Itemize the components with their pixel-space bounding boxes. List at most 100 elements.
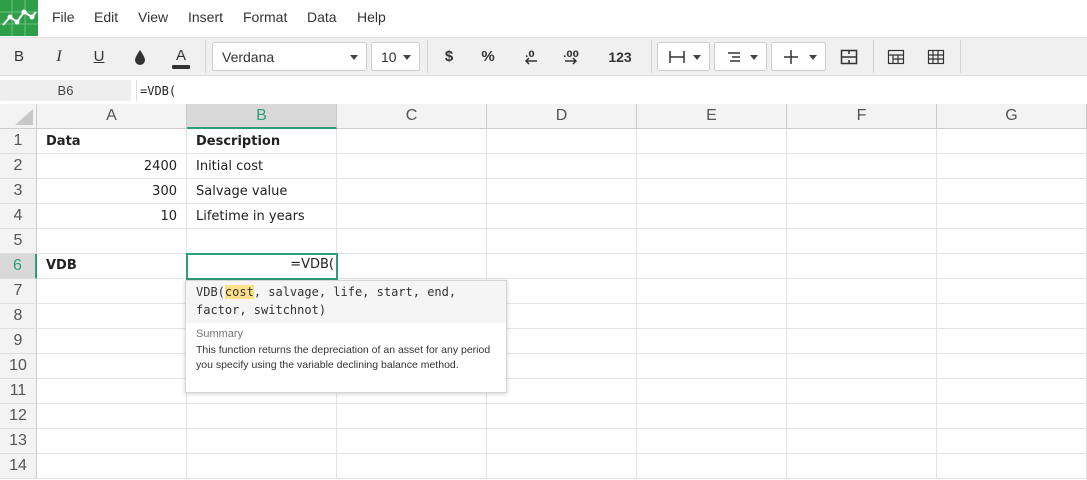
cell-b6-editor[interactable]: =VDB( <box>186 253 338 280</box>
cell-b1[interactable]: Description <box>187 129 337 154</box>
cell-c14[interactable] <box>337 454 487 479</box>
row-header-8[interactable]: 8 <box>0 304 37 329</box>
column-header-d[interactable]: D <box>487 104 637 129</box>
cell-f4[interactable] <box>787 204 937 229</box>
row-header-9[interactable]: 9 <box>0 329 37 354</box>
cell-a11[interactable] <box>37 379 187 404</box>
menu-format[interactable]: Format <box>243 9 287 25</box>
cell-g3[interactable] <box>937 179 1087 204</box>
cell-a5[interactable] <box>37 229 187 254</box>
decrease-decimals-button[interactable]: .0 <box>516 38 544 75</box>
cell-d14[interactable] <box>487 454 637 479</box>
cell-a14[interactable] <box>37 454 187 479</box>
merge-cells-button[interactable] <box>837 38 861 75</box>
cell-f5[interactable] <box>787 229 937 254</box>
cell-reference-box[interactable]: B6 <box>0 80 131 101</box>
formula-input[interactable]: =VDB( <box>136 80 1087 101</box>
cell-b4[interactable]: Lifetime in years <box>187 204 337 229</box>
bold-button[interactable]: B <box>6 38 32 75</box>
cell-e9[interactable] <box>637 329 787 354</box>
cell-e3[interactable] <box>637 179 787 204</box>
cell-f14[interactable] <box>787 454 937 479</box>
font-size-select[interactable]: 10 <box>371 42 420 71</box>
menu-view[interactable]: View <box>138 9 168 25</box>
row-header-2[interactable]: 2 <box>0 154 37 179</box>
cell-e4[interactable] <box>637 204 787 229</box>
cell-g12[interactable] <box>937 404 1087 429</box>
cell-b3[interactable]: Salvage value <box>187 179 337 204</box>
row-header-10[interactable]: 10 <box>0 354 37 379</box>
cell-a13[interactable] <box>37 429 187 454</box>
cell-d9[interactable] <box>487 329 637 354</box>
cell-e13[interactable] <box>637 429 787 454</box>
cell-g10[interactable] <box>937 354 1087 379</box>
cell-g9[interactable] <box>937 329 1087 354</box>
cell-e2[interactable] <box>637 154 787 179</box>
cell-a8[interactable] <box>37 304 187 329</box>
text-color-button[interactable]: A <box>167 38 195 75</box>
cell-e5[interactable] <box>637 229 787 254</box>
cell-e1[interactable] <box>637 129 787 154</box>
cell-g2[interactable] <box>937 154 1087 179</box>
cell-d11[interactable] <box>487 379 637 404</box>
column-header-g[interactable]: G <box>937 104 1087 129</box>
cell-f2[interactable] <box>787 154 937 179</box>
row-header-12[interactable]: 12 <box>0 404 37 429</box>
borders-button[interactable] <box>657 42 710 71</box>
cell-d8[interactable] <box>487 304 637 329</box>
currency-button[interactable]: $ <box>436 38 462 75</box>
cell-a4[interactable]: 10 <box>37 204 187 229</box>
table-button[interactable] <box>924 38 948 75</box>
cell-d10[interactable] <box>487 354 637 379</box>
cell-f3[interactable] <box>787 179 937 204</box>
cell-f1[interactable] <box>787 129 937 154</box>
row-header-7[interactable]: 7 <box>0 279 37 304</box>
column-header-e[interactable]: E <box>637 104 787 129</box>
percent-button[interactable]: % <box>474 38 502 75</box>
cell-a2[interactable]: 2400 <box>37 154 187 179</box>
cell-c6[interactable] <box>337 254 487 279</box>
underline-button[interactable]: U <box>86 38 112 75</box>
cell-a12[interactable] <box>37 404 187 429</box>
cell-a1[interactable]: Data <box>37 129 187 154</box>
column-header-b[interactable]: B <box>187 104 337 129</box>
cell-c5[interactable] <box>337 229 487 254</box>
cell-c4[interactable] <box>337 204 487 229</box>
cell-g11[interactable] <box>937 379 1087 404</box>
cell-d6[interactable] <box>487 254 637 279</box>
cell-a7[interactable] <box>37 279 187 304</box>
cell-e10[interactable] <box>637 354 787 379</box>
row-header-6[interactable]: 6 <box>0 254 37 279</box>
cell-b12[interactable] <box>187 404 337 429</box>
cell-d12[interactable] <box>487 404 637 429</box>
fill-color-button[interactable] <box>127 38 153 75</box>
cell-d3[interactable] <box>487 179 637 204</box>
cell-c2[interactable] <box>337 154 487 179</box>
vertical-align-button[interactable] <box>771 42 826 71</box>
cell-d7[interactable] <box>487 279 637 304</box>
cell-b13[interactable] <box>187 429 337 454</box>
cell-f13[interactable] <box>787 429 937 454</box>
cell-f8[interactable] <box>787 304 937 329</box>
cell-a10[interactable] <box>37 354 187 379</box>
cell-b5[interactable] <box>187 229 337 254</box>
column-header-c[interactable]: C <box>337 104 487 129</box>
cell-b14[interactable] <box>187 454 337 479</box>
cell-g14[interactable] <box>937 454 1087 479</box>
select-all-corner[interactable] <box>0 104 37 129</box>
menu-file[interactable]: File <box>52 9 75 25</box>
cell-g7[interactable] <box>937 279 1087 304</box>
row-header-11[interactable]: 11 <box>0 379 37 404</box>
cell-d4[interactable] <box>487 204 637 229</box>
freeze-panes-button[interactable] <box>884 38 908 75</box>
increase-decimals-button[interactable]: .00 <box>557 38 585 75</box>
cell-g6[interactable] <box>937 254 1087 279</box>
cell-g8[interactable] <box>937 304 1087 329</box>
cell-e6[interactable] <box>637 254 787 279</box>
cell-c12[interactable] <box>337 404 487 429</box>
cell-d1[interactable] <box>487 129 637 154</box>
cell-f7[interactable] <box>787 279 937 304</box>
cell-a3[interactable]: 300 <box>37 179 187 204</box>
cell-f6[interactable] <box>787 254 937 279</box>
row-header-14[interactable]: 14 <box>0 454 37 479</box>
